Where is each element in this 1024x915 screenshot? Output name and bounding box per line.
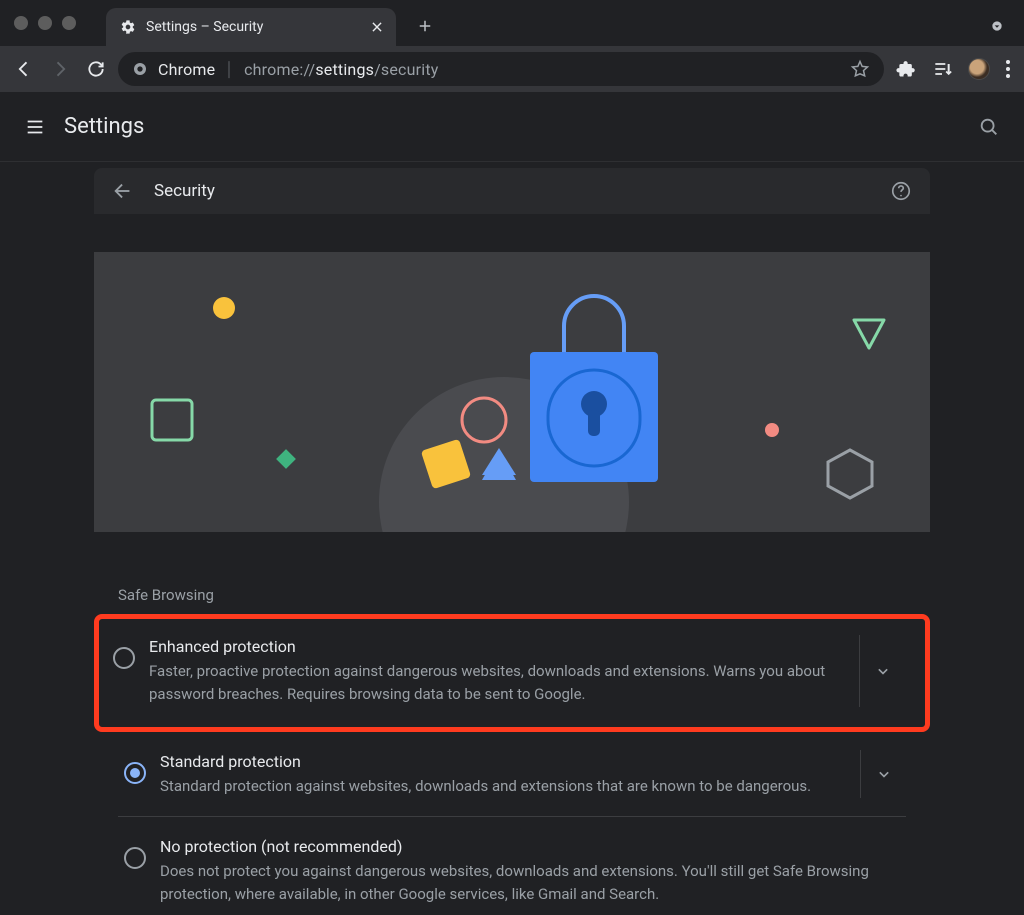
option-description: Standard protection against websites, do… bbox=[160, 775, 840, 798]
option-no-protection[interactable]: No protection (not recommended) Does not… bbox=[118, 816, 906, 915]
address-bar[interactable]: Chrome │ chrome://settings/security bbox=[118, 52, 884, 86]
option-title: No protection (not recommended) bbox=[160, 837, 900, 856]
gear-icon bbox=[120, 19, 136, 35]
back-button[interactable] bbox=[14, 59, 34, 79]
tab-close-button[interactable] bbox=[370, 20, 384, 34]
url-host: settings bbox=[315, 60, 374, 79]
reload-button[interactable] bbox=[86, 59, 106, 79]
omnibox-separator: │ bbox=[225, 61, 234, 78]
panel-back-button[interactable] bbox=[112, 180, 134, 202]
browser-toolbar: Chrome │ chrome://settings/security bbox=[0, 46, 1024, 92]
option-enhanced-protection[interactable]: Enhanced protection Faster, proactive pr… bbox=[94, 614, 930, 732]
window-zoom-button[interactable] bbox=[62, 16, 76, 30]
omnibox-origin: Chrome bbox=[158, 60, 215, 79]
option-title: Standard protection bbox=[160, 752, 840, 771]
option-title: Enhanced protection bbox=[149, 637, 839, 656]
chrome-menu-button[interactable] bbox=[1006, 60, 1010, 78]
search-icon[interactable] bbox=[978, 116, 1000, 138]
window-minimize-button[interactable] bbox=[38, 16, 52, 30]
radio-standard[interactable] bbox=[124, 762, 146, 784]
safe-browsing-section-label: Safe Browsing bbox=[94, 532, 930, 614]
window-traffic-lights bbox=[14, 16, 76, 30]
toolbar-actions bbox=[896, 58, 1010, 80]
url-scheme: chrome:// bbox=[244, 60, 315, 79]
omnibox-url: chrome://settings/security bbox=[244, 60, 438, 79]
settings-app-title: Settings bbox=[64, 114, 144, 139]
panel-title: Security bbox=[154, 181, 215, 201]
reading-list-icon[interactable] bbox=[932, 59, 952, 79]
browser-tab[interactable]: Settings – Security bbox=[106, 8, 396, 46]
new-tab-button[interactable] bbox=[412, 13, 438, 39]
nav-buttons bbox=[14, 59, 106, 79]
forward-button[interactable] bbox=[50, 59, 70, 79]
help-icon[interactable] bbox=[890, 180, 912, 202]
settings-content: Security bbox=[0, 162, 1024, 915]
option-description: Does not protect you against dangerous w… bbox=[160, 860, 900, 907]
bookmark-star-icon[interactable] bbox=[850, 59, 870, 79]
radio-enhanced[interactable] bbox=[113, 647, 135, 669]
titlebar-right bbox=[438, 19, 1024, 33]
security-hero-illustration bbox=[94, 252, 930, 532]
profile-avatar[interactable] bbox=[968, 58, 990, 80]
radio-none[interactable] bbox=[124, 847, 146, 869]
security-panel: Security bbox=[94, 162, 930, 915]
safe-browsing-options: Enhanced protection Faster, proactive pr… bbox=[94, 614, 930, 915]
option-standard-protection[interactable]: Standard protection Standard protection … bbox=[118, 732, 906, 816]
expand-standard-button[interactable] bbox=[860, 750, 906, 798]
account-dropdown-icon[interactable] bbox=[990, 19, 1004, 33]
option-description: Faster, proactive protection against dan… bbox=[149, 660, 839, 707]
panel-header: Security bbox=[94, 168, 930, 214]
window-titlebar: Settings – Security bbox=[0, 0, 1024, 46]
hamburger-menu-icon[interactable] bbox=[24, 116, 46, 138]
window-close-button[interactable] bbox=[14, 16, 28, 30]
url-path: /security bbox=[374, 60, 438, 79]
tab-title: Settings – Security bbox=[146, 19, 360, 35]
chrome-icon bbox=[132, 61, 148, 77]
expand-enhanced-button[interactable] bbox=[859, 635, 905, 707]
extensions-icon[interactable] bbox=[896, 59, 916, 79]
settings-appbar: Settings bbox=[0, 92, 1024, 162]
